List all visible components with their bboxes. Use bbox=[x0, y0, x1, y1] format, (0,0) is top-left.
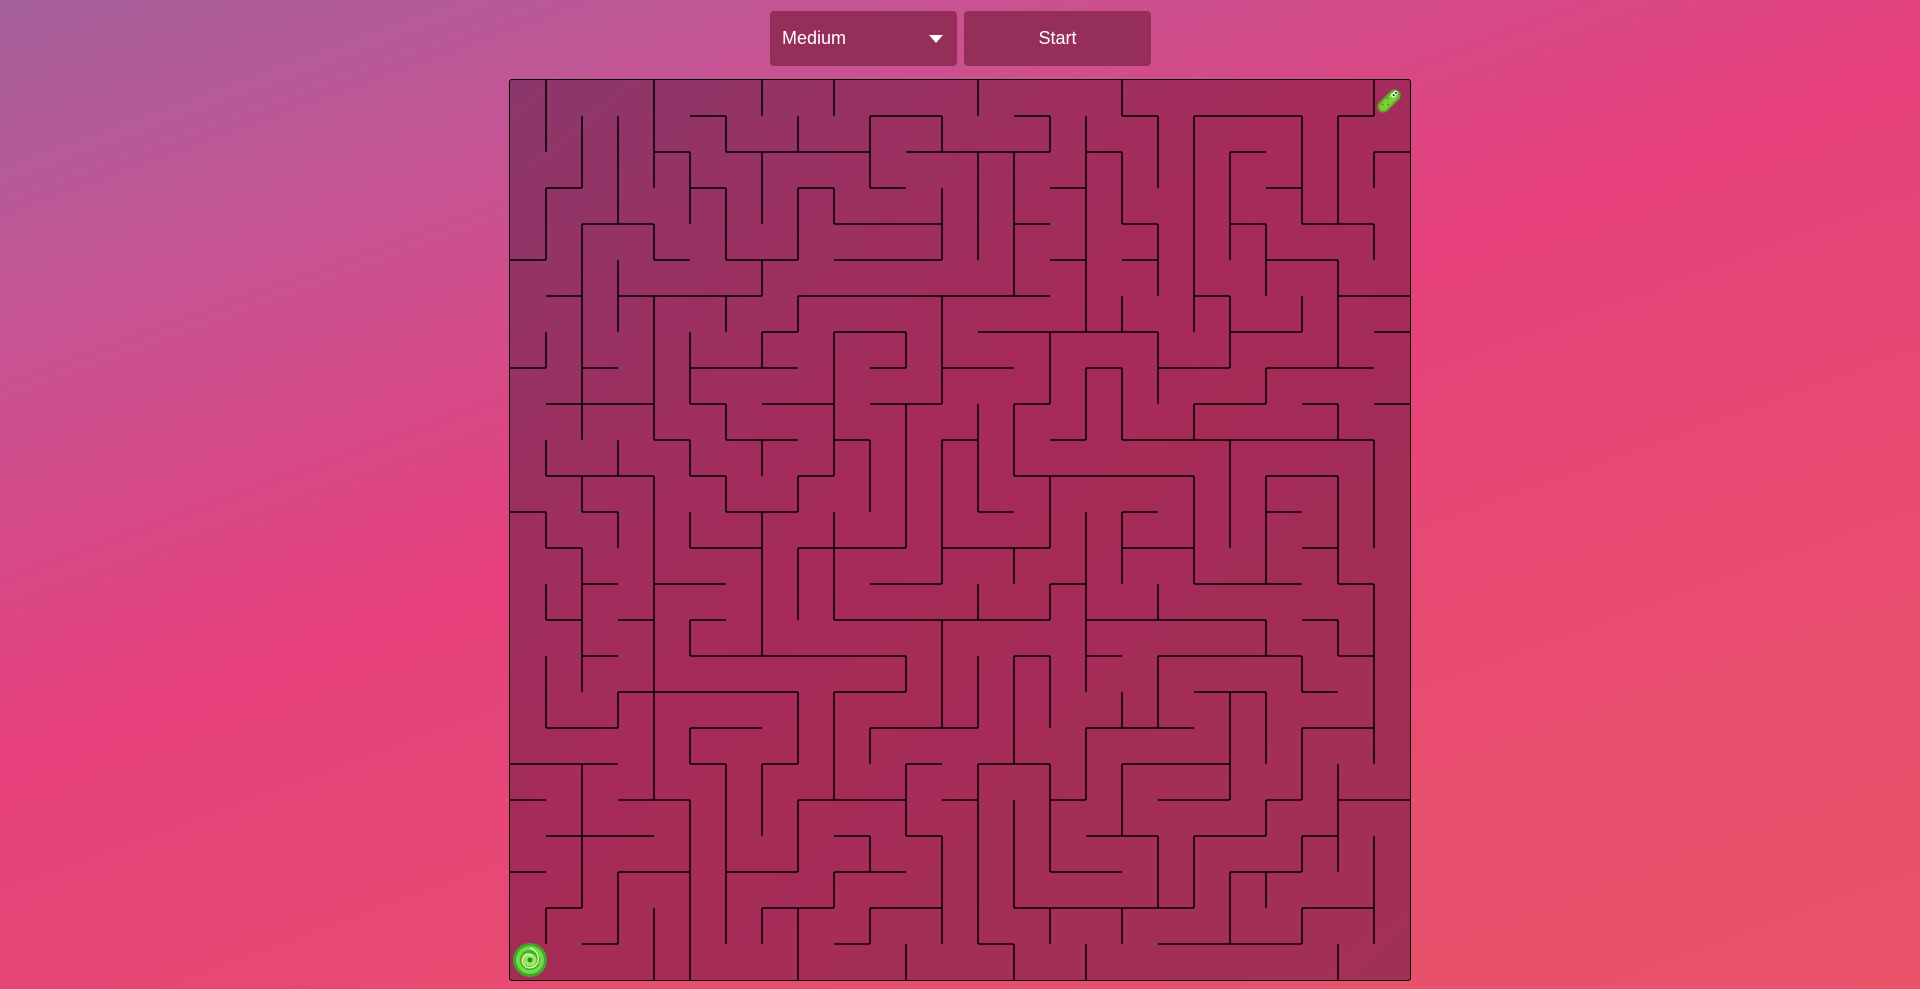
maze-board[interactable] bbox=[509, 79, 1411, 981]
portal-icon bbox=[513, 943, 547, 977]
toolbar: Medium Start bbox=[770, 11, 1151, 66]
maze-walls bbox=[510, 80, 1410, 980]
pickle-icon bbox=[1377, 89, 1401, 113]
start-button[interactable]: Start bbox=[964, 11, 1151, 66]
difficulty-select[interactable]: Medium bbox=[770, 11, 957, 66]
chevron-down-icon bbox=[929, 35, 943, 43]
difficulty-value: Medium bbox=[782, 28, 847, 48]
